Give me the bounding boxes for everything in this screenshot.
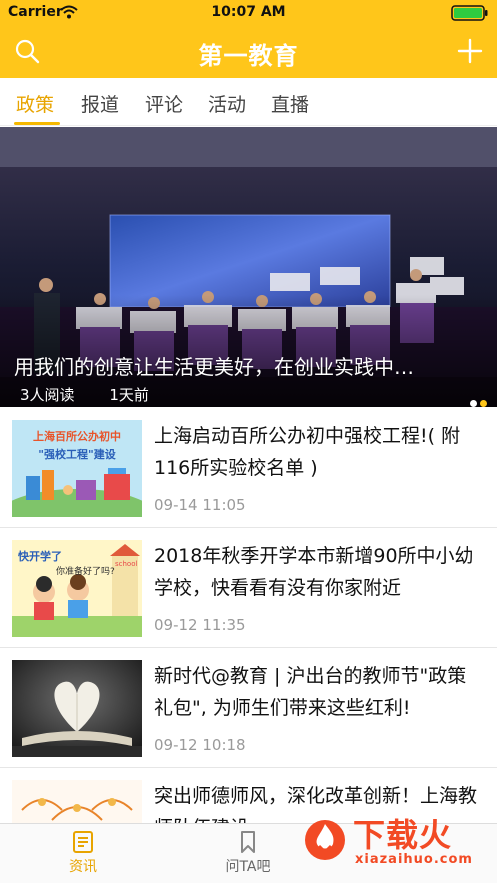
tab-live[interactable]: 直播 bbox=[271, 90, 309, 117]
tab-report[interactable]: 报道 bbox=[81, 90, 119, 117]
category-tabs: 政策 报道 评论 活动 直播 bbox=[0, 78, 497, 126]
svg-text:上海百所公办初中: 上海百所公办初中 bbox=[33, 429, 121, 443]
svg-text:school: school bbox=[115, 560, 137, 568]
hero-read-count: 3人阅读 bbox=[20, 386, 75, 404]
article-time: 09-14 11:05 bbox=[154, 496, 246, 514]
watermark-text: 下载火 bbox=[353, 816, 453, 854]
news-icon bbox=[73, 831, 93, 853]
article-thumbnail: 快开学了 你准备好了吗? school bbox=[12, 540, 142, 637]
article-title[interactable]: 新时代@教育 | 沪出台的教师节"政策礼包", 为师生们带来这些红利! bbox=[154, 660, 484, 724]
article-thumbnail bbox=[12, 780, 142, 828]
active-tab-indicator bbox=[14, 122, 60, 125]
article-item[interactable]: 新时代@教育 | 沪出台的教师节"政策礼包", 为师生们带来这些红利! 09-1… bbox=[0, 648, 497, 768]
flame-logo-icon bbox=[305, 820, 345, 860]
tabbar-ask-label: 问TA吧 bbox=[225, 859, 271, 875]
status-time: 10:07 AM bbox=[211, 4, 286, 20]
article-title[interactable]: 2018年秋季开学本市新增90所中小幼学校，快看看有没有你家附近 bbox=[154, 540, 484, 604]
svg-text:你准备好了吗?: 你准备好了吗? bbox=[56, 565, 115, 577]
bookmark-icon bbox=[241, 831, 255, 853]
hero-meta: 3人阅读 1天前 bbox=[20, 384, 179, 405]
article-item[interactable]: 上海百所公办初中 "强校工程"建设 上海启动百所公办初中强校工程!( 附116所… bbox=[0, 408, 497, 528]
tab-comment[interactable]: 评论 bbox=[145, 90, 183, 117]
article-thumbnail bbox=[12, 660, 142, 757]
app-title: 第一教育 bbox=[198, 41, 299, 70]
hero-title[interactable]: 用我们的创意让生活更美好，在创业实践中… bbox=[14, 351, 474, 380]
page-dot[interactable] bbox=[470, 400, 477, 407]
battery-icon bbox=[451, 5, 488, 21]
tabbar-news-label: 资讯 bbox=[69, 859, 97, 875]
watermark: 下载火 xiazaihuo.com bbox=[301, 808, 491, 878]
hero-banner[interactable]: 用我们的创意让生活更美好，在创业实践中… 3人阅读 1天前 bbox=[0, 127, 497, 407]
page-indicator bbox=[467, 392, 487, 407]
article-time: 09-12 11:35 bbox=[154, 616, 246, 634]
tab-activity[interactable]: 活动 bbox=[208, 90, 246, 117]
svg-text:快开学了: 快开学了 bbox=[17, 549, 62, 563]
tabbar-news[interactable]: 资讯 bbox=[23, 830, 143, 876]
article-title[interactable]: 上海启动百所公办初中强校工程!( 附116所实验校名单 ) bbox=[154, 420, 484, 484]
svg-text:"强校工程"建设: "强校工程"建设 bbox=[38, 447, 116, 461]
nav-bar: 第一教育 bbox=[0, 26, 497, 78]
article-thumbnail: 上海百所公办初中 "强校工程"建设 bbox=[12, 420, 142, 517]
tabbar-ask[interactable]: 问TA吧 bbox=[188, 830, 308, 876]
watermark-sub: xiazaihuo.com bbox=[355, 852, 473, 867]
hero-time: 1天前 bbox=[109, 386, 149, 404]
page-dot[interactable] bbox=[480, 400, 487, 407]
article-item[interactable]: 快开学了 你准备好了吗? school 2018年秋季开学本市新增90所中小幼学… bbox=[0, 528, 497, 648]
tab-policy[interactable]: 政策 bbox=[16, 90, 54, 117]
article-time: 09-12 10:18 bbox=[154, 736, 246, 754]
status-bar: Carrier 10:07 AM bbox=[0, 0, 497, 26]
plus-icon[interactable] bbox=[457, 38, 483, 64]
